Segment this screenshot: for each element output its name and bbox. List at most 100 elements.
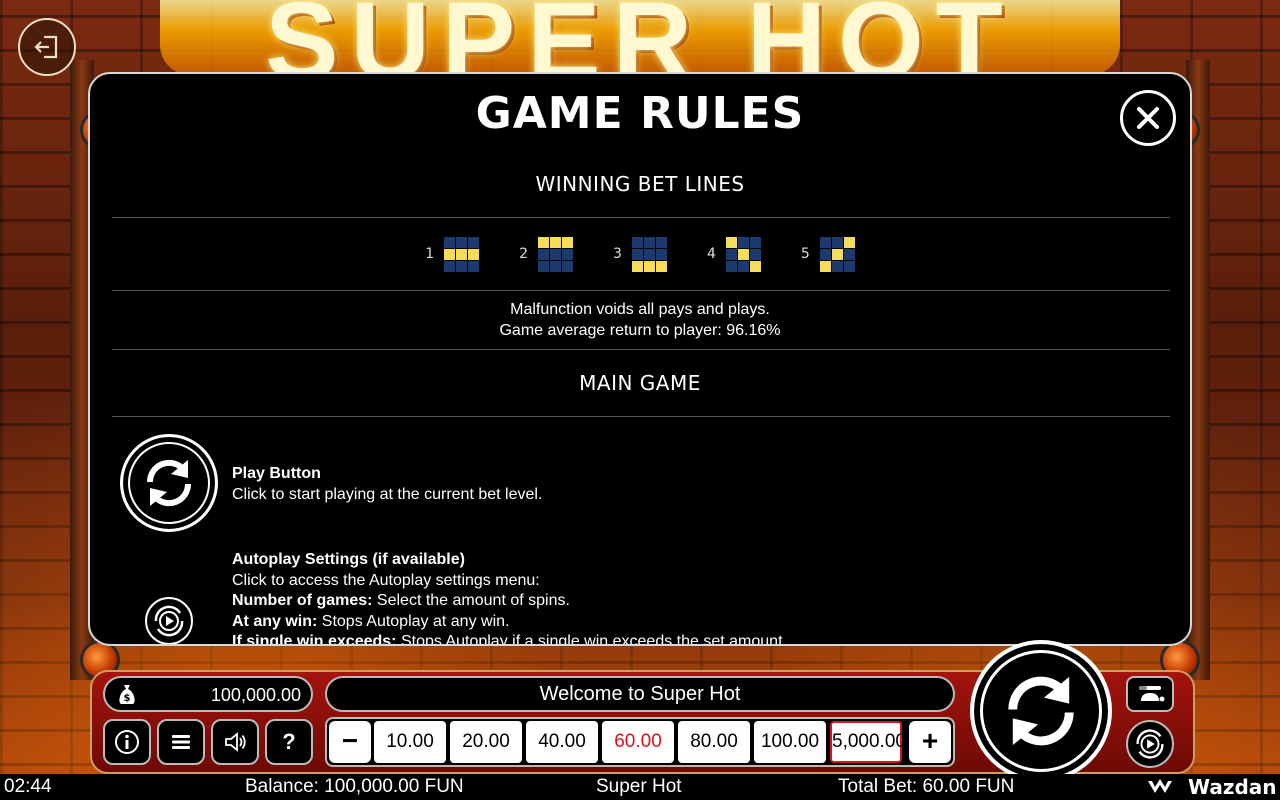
- bet-line-number: 3: [613, 246, 622, 262]
- pattern-cell: [749, 236, 761, 248]
- section-heading-bet-lines: WINNING BET LINES: [535, 172, 745, 196]
- pattern-cell: [819, 236, 831, 248]
- pattern-cell-active: [444, 248, 456, 260]
- pattern-cell: [725, 260, 737, 272]
- pattern-cell: [550, 260, 562, 272]
- divider: [112, 290, 1170, 291]
- pattern-cell-active: [562, 236, 574, 248]
- bet-increase-button[interactable]: +: [909, 721, 951, 763]
- bet-line-number: 2: [519, 246, 529, 262]
- anywin-desc: Stops Autoplay at any win.: [317, 612, 510, 630]
- modal-title: GAME RULES: [475, 88, 805, 139]
- pattern-cell-active: [819, 260, 831, 272]
- bet-option[interactable]: 40.00: [526, 721, 598, 763]
- spin-arrows-icon: [146, 459, 192, 507]
- autoplay-icon: [154, 605, 184, 637]
- wazdan-logo-icon: [1148, 779, 1172, 793]
- exit-button[interactable]: [18, 18, 76, 76]
- divider: [112, 349, 1170, 350]
- malfunction-text: Malfunction voids all pays and plays.: [510, 301, 770, 318]
- pattern-cell: [456, 260, 468, 272]
- message-bar: Welcome to Super Hot: [325, 676, 955, 712]
- bet-line-number: 5: [800, 246, 810, 262]
- pattern-cell: [737, 260, 749, 272]
- svg-text:$: $: [124, 693, 131, 704]
- rtp-text: Game average return to player: 96.16%: [499, 322, 781, 339]
- pattern-cell: [444, 236, 456, 248]
- pattern-cell: [562, 260, 574, 272]
- autoplay-title: Autoplay Settings (if available): [232, 551, 465, 568]
- spin-button[interactable]: [970, 640, 1112, 782]
- bet-line-5: 5: [800, 236, 855, 272]
- spin-arrows-icon: [1008, 676, 1074, 746]
- pattern-cell: [538, 260, 550, 272]
- menu-icon: [172, 735, 190, 749]
- brand-logo: Wazdan: [1148, 774, 1277, 800]
- pattern-cell-active: [456, 248, 468, 260]
- section-heading-main-game: MAIN GAME: [579, 371, 701, 395]
- menu-button[interactable]: [157, 719, 205, 765]
- brand-name: Wazdan: [1188, 775, 1277, 799]
- anywin-label: At any win:: [232, 612, 318, 630]
- pattern-cell: [831, 236, 843, 248]
- bet-line-pattern: [819, 236, 855, 272]
- money-bag-icon: $: [119, 685, 135, 704]
- bet-line-number: 1: [425, 246, 435, 262]
- pattern-cell: [737, 236, 749, 248]
- single-win-label: If single win exceeds:: [232, 633, 397, 644]
- divider: [112, 416, 1170, 417]
- bet-line-3: 3: [613, 236, 667, 272]
- pattern-cell-active: [468, 248, 480, 260]
- sound-button[interactable]: [211, 719, 259, 765]
- rules-scroll-area[interactable]: Play Button Click to start playing at th…: [90, 422, 1190, 644]
- pattern-cell: [643, 236, 655, 248]
- pattern-cell: [725, 248, 737, 260]
- bet-line-2: 2: [519, 236, 574, 272]
- pattern-cell: [456, 236, 468, 248]
- balance-display: $ 100,000.00: [103, 676, 313, 712]
- pattern-cell: [631, 236, 643, 248]
- bet-decrease-button[interactable]: −: [329, 721, 371, 763]
- pattern-cell: [562, 248, 574, 260]
- bet-line-pattern: [444, 236, 480, 272]
- help-button[interactable]: ?: [265, 719, 313, 765]
- pattern-cell-active: [655, 260, 667, 272]
- bet-line-1: 1: [425, 236, 480, 272]
- divider: [112, 217, 1170, 218]
- close-button[interactable]: [1120, 90, 1176, 146]
- speaker-icon: [225, 732, 246, 752]
- pattern-cell: [468, 260, 480, 272]
- game-rules-modal: GAME RULES WINNING BET LINES 1 2 3 4 5 Malfu…: [88, 72, 1192, 646]
- info-button[interactable]: [103, 719, 151, 765]
- bet-option[interactable]: 100.00: [754, 721, 826, 763]
- pattern-cell: [819, 248, 831, 260]
- bet-option[interactable]: 5,000.00: [830, 721, 906, 763]
- games-desc: Select the amount of spins.: [372, 592, 570, 609]
- pattern-cell: [643, 248, 655, 260]
- play-button-rule: Play Button Click to start playing at th…: [232, 464, 542, 505]
- status-balance: Balance: 100,000.00 FUN: [245, 776, 464, 797]
- pattern-cell: [550, 248, 562, 260]
- autoplay-button[interactable]: [1126, 720, 1174, 768]
- pattern-cell: [831, 260, 843, 272]
- status-total-bet: Total Bet: 60.00 FUN: [838, 776, 1015, 797]
- pattern-cell-active: [831, 248, 843, 260]
- turtle-icon: [1139, 686, 1165, 702]
- status-bar: 02:44 Balance: 100,000.00 FUN Super Hot …: [0, 774, 1280, 800]
- single-win-desc: Stops Autoplay if a single win exceeds t…: [396, 633, 787, 644]
- pattern-cell: [538, 248, 550, 260]
- pattern-cell-active: [737, 248, 749, 260]
- bet-option[interactable]: 80.00: [678, 721, 750, 763]
- bet-option[interactable]: 10.00: [374, 721, 446, 763]
- play-button-illustration: [120, 434, 218, 532]
- bet-option[interactable]: 60.00: [602, 721, 674, 763]
- pattern-cell-active: [843, 236, 855, 248]
- pattern-cell: [631, 248, 643, 260]
- games-label: Number of games:: [232, 592, 373, 609]
- bet-option[interactable]: 20.00: [450, 721, 522, 763]
- play-button-desc: Click to start playing at the current be…: [232, 485, 543, 503]
- autoplay-rule: Autoplay Settings (if available) Click t…: [232, 550, 787, 644]
- turbo-button[interactable]: [1126, 676, 1174, 712]
- pattern-cell: [655, 248, 667, 260]
- close-icon: [1137, 107, 1159, 129]
